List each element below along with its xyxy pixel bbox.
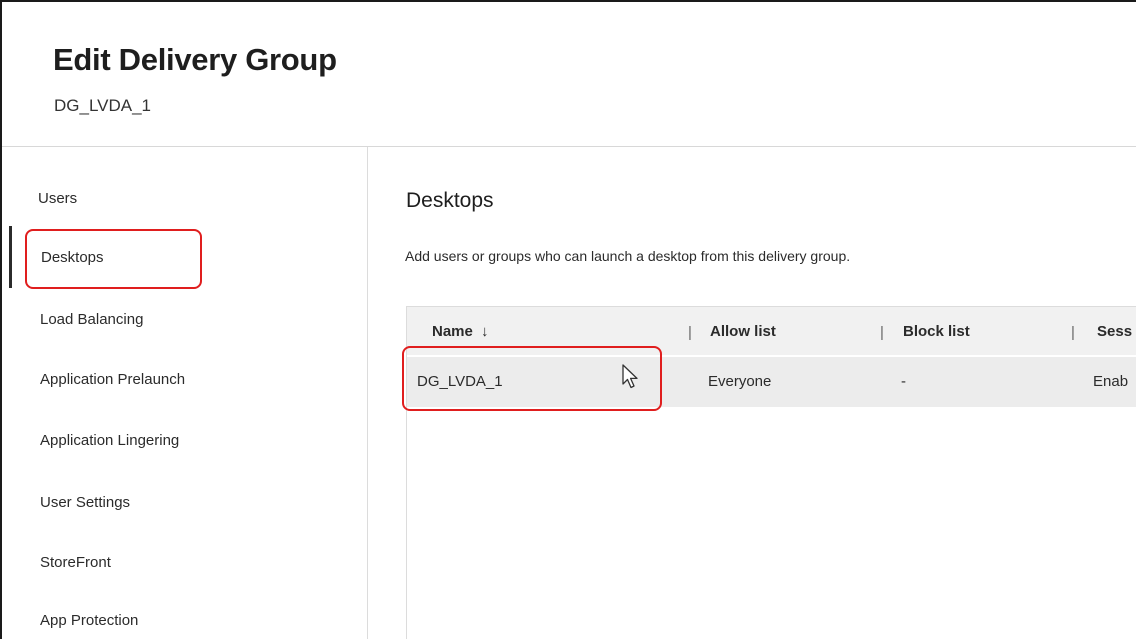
sidebar-item-load-balancing[interactable]: Load Balancing [40,311,143,328]
section-title: Desktops [406,189,494,212]
sidebar-item-storefront[interactable]: StoreFront [40,554,111,571]
page-subtitle: DG_LVDA_1 [54,96,152,115]
sidebar-item-user-settings[interactable]: User Settings [40,494,130,511]
mouse-pointer-icon [622,364,638,389]
page-header: Edit Delivery Group DG_LVDA_1 [2,2,1136,146]
section-description: Add users or groups who can launch a des… [405,248,851,264]
sort-arrow-icon: ↓ [481,323,489,340]
sidebar-item-application-lingering[interactable]: Application Lingering [40,432,179,449]
cell-block-list: - [901,373,906,390]
page-title: Edit Delivery Group [53,42,337,77]
column-header-name[interactable]: Name ↓ [432,323,489,340]
column-separator[interactable]: | [688,324,692,341]
sidebar-item-users[interactable]: Users [38,190,77,207]
sidebar-item-app-protection[interactable]: App Protection [40,612,138,629]
cell-allow-list: Everyone [708,373,772,390]
active-indicator [9,226,12,288]
desktops-highlight-box [25,229,202,289]
cell-session: Enab [1093,373,1129,390]
column-header-name-label: Name [432,323,473,340]
column-separator[interactable]: | [880,324,884,341]
column-header-session[interactable]: Sess [1097,323,1132,340]
column-header-block-list[interactable]: Block list [903,323,970,340]
column-header-allow-list[interactable]: Allow list [710,323,776,340]
column-separator[interactable]: | [1071,324,1075,341]
sidebar-item-application-prelaunch[interactable]: Application Prelaunch [40,371,185,388]
